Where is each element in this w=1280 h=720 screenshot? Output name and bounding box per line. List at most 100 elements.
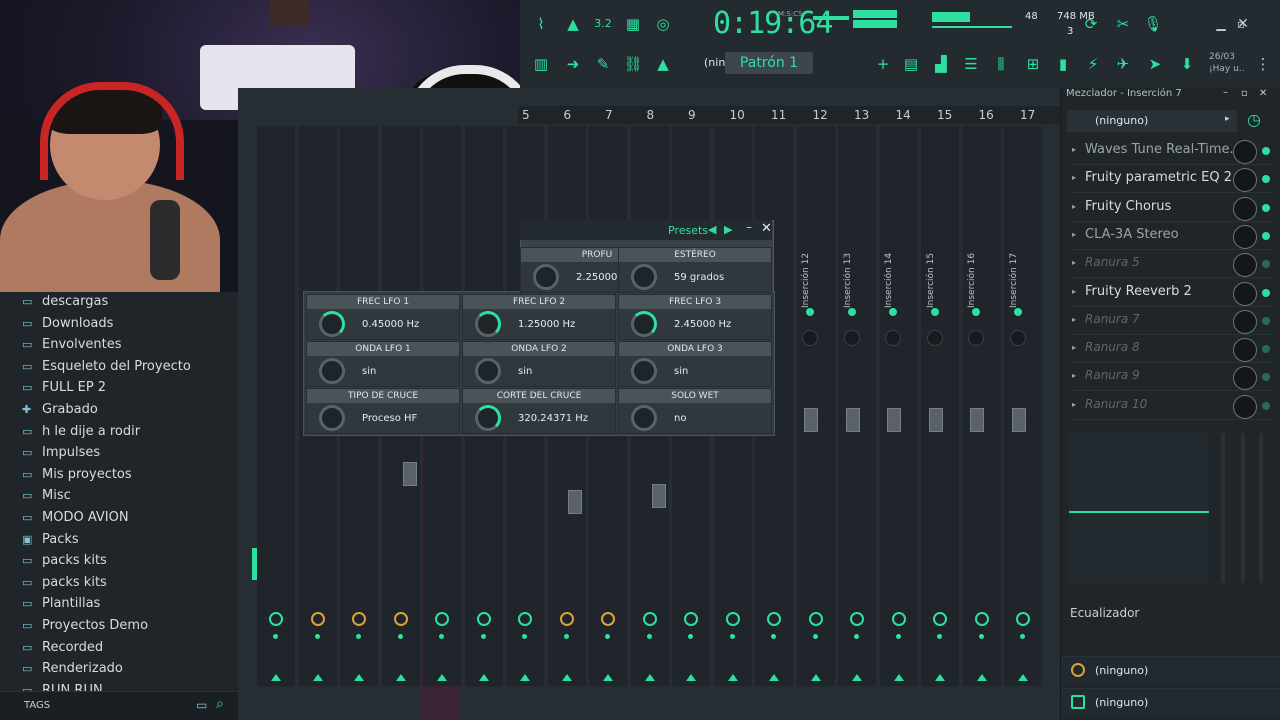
pan-knob[interactable] xyxy=(767,612,781,626)
param-knob[interactable] xyxy=(631,264,657,290)
send-arrow-icon[interactable] xyxy=(478,674,489,681)
search-icon[interactable]: ⌕ xyxy=(216,696,224,712)
slot-enable-led[interactable] xyxy=(1262,288,1270,297)
mixer-strip[interactable] xyxy=(1004,126,1042,686)
mixer-strip[interactable] xyxy=(921,126,959,686)
volume-slider[interactable] xyxy=(1221,433,1225,583)
pan-knob[interactable] xyxy=(850,612,864,626)
chevron-right-icon[interactable]: ▸ xyxy=(1072,371,1076,380)
plugin-param[interactable]: ONDA LFO 2 sin xyxy=(462,341,616,387)
output-selector-2[interactable]: (ninguno) xyxy=(1061,688,1280,717)
send-arrow-icon[interactable] xyxy=(271,674,281,681)
send-arrow-icon[interactable] xyxy=(520,674,530,681)
volume-fader[interactable] xyxy=(1011,408,1026,432)
effect-slot[interactable]: ▸ Fruity Reeverb 2 xyxy=(1069,280,1273,307)
plugin-param[interactable]: CORTE DEL CRUCE 320.24371 Hz xyxy=(462,388,616,434)
clock-icon[interactable]: ◷ xyxy=(1247,110,1261,129)
prev-preset-icon[interactable]: ◀ xyxy=(708,223,716,236)
mic-icon[interactable]: 🎙 xyxy=(1140,12,1166,36)
chevron-right-icon[interactable]: ▸ xyxy=(1072,173,1076,182)
plugin-param[interactable]: TIPO DE CRUCE Proceso HF xyxy=(306,388,460,434)
piano-icon[interactable]: ▥ xyxy=(528,52,554,76)
route-dot[interactable] xyxy=(605,634,610,639)
download-icon[interactable]: ⬇ xyxy=(1174,52,1200,76)
stamp-icon[interactable]: ▲ xyxy=(650,52,676,76)
param-knob[interactable] xyxy=(475,358,501,384)
slot-enable-led[interactable] xyxy=(1262,345,1270,354)
route-dot[interactable] xyxy=(439,634,444,639)
news-panel[interactable]: 26/03 ¡Hay u.. xyxy=(1209,51,1245,75)
mixer-strip[interactable] xyxy=(838,126,876,686)
pattern-selector[interactable]: Patrón 1 xyxy=(725,52,813,74)
insert-active-led[interactable] xyxy=(889,308,897,316)
route-dot[interactable] xyxy=(729,634,735,639)
insert-knob[interactable] xyxy=(1009,330,1026,346)
plugin-param[interactable]: FREC LFO 3 2.45000 Hz xyxy=(618,294,772,340)
insert-active-led[interactable] xyxy=(806,308,814,316)
next-preset-icon[interactable]: ▶ xyxy=(724,223,732,236)
send-arrow-icon[interactable] xyxy=(644,674,655,681)
browser-item[interactable]: ▭ packs kits xyxy=(22,575,107,590)
browser-item[interactable]: ▭ Plantillas xyxy=(22,596,100,611)
plugin-icon[interactable]: ⚡ xyxy=(1080,52,1106,76)
volume-fader[interactable] xyxy=(804,408,818,432)
effect-slot[interactable]: ▸ Waves Tune Real-Time... xyxy=(1069,138,1273,165)
mix-level-knob[interactable] xyxy=(1233,394,1257,419)
send-icon[interactable]: ➤ xyxy=(1142,52,1168,76)
effect-slot[interactable]: ▸ Fruity parametric EQ 2 xyxy=(1069,166,1273,194)
minimize-icon[interactable]: – xyxy=(746,220,752,234)
plugin-param[interactable]: SOLO WET no xyxy=(618,388,772,434)
wave-icon[interactable]: ⌇ xyxy=(528,12,554,36)
file-icon[interactable]: ▮ xyxy=(1050,52,1076,76)
effect-slot[interactable]: ▸ Fruity Chorus xyxy=(1069,195,1273,222)
pan-knob[interactable] xyxy=(684,612,698,626)
pan-knob[interactable] xyxy=(891,612,906,626)
time-display[interactable]: 0:19:64 xyxy=(713,6,833,41)
volume-fader[interactable] xyxy=(928,408,943,432)
mix-level-knob[interactable] xyxy=(1233,196,1257,221)
effect-slot[interactable]: ▸ Ranura 5 xyxy=(1069,251,1273,279)
mix-level-knob[interactable] xyxy=(1233,338,1257,363)
pan-knob[interactable] xyxy=(974,612,989,626)
volume-fader[interactable] xyxy=(970,408,984,432)
chevron-right-icon[interactable]: ▸ xyxy=(1072,287,1076,296)
browser-item[interactable]: ▭ Mis proyectos xyxy=(22,467,132,482)
slot-enable-led[interactable] xyxy=(1262,401,1270,410)
close-icon[interactable]: ✕ xyxy=(1230,12,1256,36)
mix-level-knob[interactable] xyxy=(1233,281,1257,306)
send-arrow-icon[interactable] xyxy=(935,674,945,681)
pan-knob[interactable] xyxy=(476,612,491,626)
chevron-right-icon[interactable]: ▸ xyxy=(1072,230,1076,239)
plugin-param[interactable]: ONDA LFO 1 sin xyxy=(306,341,460,387)
pan-knob[interactable] xyxy=(1016,612,1030,626)
route-dot[interactable] xyxy=(563,634,569,639)
presets-label[interactable]: Presets xyxy=(668,224,708,237)
insert-active-led[interactable] xyxy=(930,308,939,316)
browser-item[interactable]: ▭ packs kits xyxy=(22,553,107,568)
effect-slot[interactable]: ▸ Ranura 9 xyxy=(1069,364,1273,392)
route-dot[interactable] xyxy=(937,634,942,639)
chevron-right-icon[interactable]: ▸ xyxy=(1072,400,1076,409)
send-arrow-icon[interactable] xyxy=(561,674,572,681)
route-dot[interactable] xyxy=(771,634,776,639)
link-icon[interactable]: ⛓ xyxy=(620,52,646,76)
browser-item[interactable]: ✚ Grabado xyxy=(22,402,98,417)
mix-level-knob[interactable] xyxy=(1233,224,1257,249)
pan-knob[interactable] xyxy=(352,612,366,626)
pan-knob[interactable] xyxy=(642,612,657,626)
playlist-icon[interactable]: ▤ xyxy=(898,52,924,76)
volume-fader[interactable] xyxy=(845,408,860,432)
route-dot[interactable] xyxy=(522,634,527,639)
tool-icon[interactable]: ✈ xyxy=(1110,52,1136,76)
chevron-right-icon[interactable]: ▸ xyxy=(1072,343,1076,352)
pan-knob[interactable] xyxy=(725,612,740,626)
param-knob[interactable] xyxy=(475,311,501,337)
chevron-right-icon[interactable]: ▸ xyxy=(1072,145,1076,154)
insert-active-led[interactable] xyxy=(972,308,980,316)
route-dot[interactable] xyxy=(812,634,818,639)
route-dot[interactable] xyxy=(273,634,278,639)
browser-item[interactable]: ▭ Envolventes xyxy=(22,337,122,352)
plugin-param[interactable]: FREC LFO 2 1.25000 Hz xyxy=(462,294,616,340)
mixer-strip[interactable] xyxy=(879,126,918,686)
folder-icon[interactable]: ▭ xyxy=(196,698,207,712)
